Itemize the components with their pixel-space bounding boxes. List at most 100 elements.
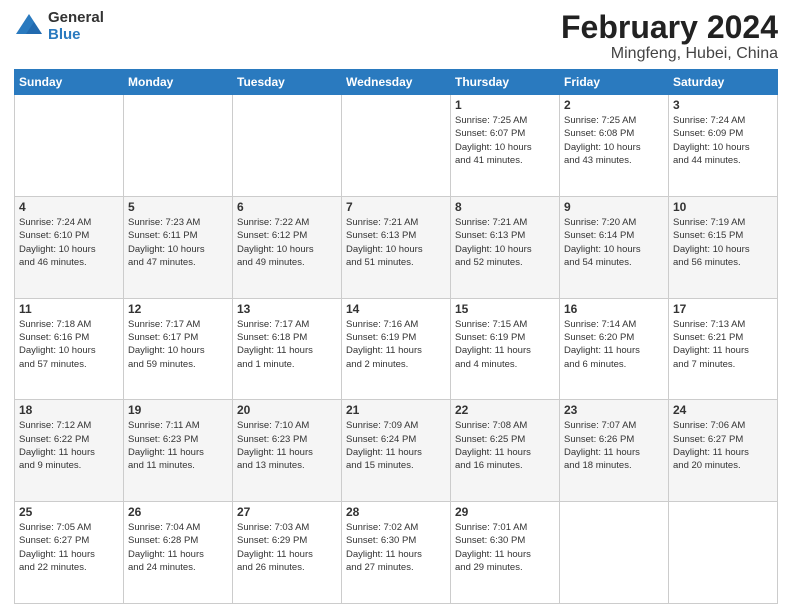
logo-icon <box>14 12 44 42</box>
day-info: Sunrise: 7:17 AM Sunset: 6:17 PM Dayligh… <box>128 318 228 371</box>
weekday-header-tuesday: Tuesday <box>233 70 342 95</box>
weekday-header-sunday: Sunday <box>15 70 124 95</box>
calendar-week-1: 4 Sunrise: 7:24 AM Sunset: 6:10 PM Daylig… <box>15 196 778 298</box>
sub-title: Mingfeng, Hubei, China <box>561 45 778 63</box>
day-info: Sunrise: 7:21 AM Sunset: 6:13 PM Dayligh… <box>346 216 446 269</box>
day-number: 16 <box>564 302 664 316</box>
day-info: Sunrise: 7:20 AM Sunset: 6:14 PM Dayligh… <box>564 216 664 269</box>
calendar-cell: 9 Sunrise: 7:20 AM Sunset: 6:14 PM Daylig… <box>560 196 669 298</box>
day-number: 9 <box>564 200 664 214</box>
day-number: 8 <box>455 200 555 214</box>
page: General Blue February 2024 Mingfeng, Hub… <box>0 0 792 612</box>
day-number: 11 <box>19 302 119 316</box>
calendar-cell: 17 Sunrise: 7:13 AM Sunset: 6:21 PM Dayli… <box>669 298 778 400</box>
calendar-cell: 29 Sunrise: 7:01 AM Sunset: 6:30 PM Dayli… <box>451 502 560 604</box>
day-number: 4 <box>19 200 119 214</box>
day-number: 15 <box>455 302 555 316</box>
day-info: Sunrise: 7:06 AM Sunset: 6:27 PM Dayligh… <box>673 419 773 472</box>
day-info: Sunrise: 7:24 AM Sunset: 6:10 PM Dayligh… <box>19 216 119 269</box>
calendar-cell: 27 Sunrise: 7:03 AM Sunset: 6:29 PM Dayli… <box>233 502 342 604</box>
calendar-cell <box>15 95 124 197</box>
calendar-cell: 2 Sunrise: 7:25 AM Sunset: 6:08 PM Daylig… <box>560 95 669 197</box>
day-info: Sunrise: 7:15 AM Sunset: 6:19 PM Dayligh… <box>455 318 555 371</box>
calendar-week-0: 1Sunrise: 7:25 AM Sunset: 6:07 PM Daylig… <box>15 95 778 197</box>
day-number: 10 <box>673 200 773 214</box>
weekday-header-wednesday: Wednesday <box>342 70 451 95</box>
calendar-cell: 23 Sunrise: 7:07 AM Sunset: 6:26 PM Dayli… <box>560 400 669 502</box>
day-info: Sunrise: 7:22 AM Sunset: 6:12 PM Dayligh… <box>237 216 337 269</box>
day-number: 2 <box>564 98 664 112</box>
title-block: February 2024 Mingfeng, Hubei, China <box>561 10 778 63</box>
day-number: 3 <box>673 98 773 112</box>
calendar-cell: 15 Sunrise: 7:15 AM Sunset: 6:19 PM Dayli… <box>451 298 560 400</box>
day-info: Sunrise: 7:02 AM Sunset: 6:30 PM Dayligh… <box>346 521 446 574</box>
calendar-cell: 14Sunrise: 7:16 AM Sunset: 6:19 PM Dayli… <box>342 298 451 400</box>
day-info: Sunrise: 7:14 AM Sunset: 6:20 PM Dayligh… <box>564 318 664 371</box>
calendar-cell: 6 Sunrise: 7:22 AM Sunset: 6:12 PM Daylig… <box>233 196 342 298</box>
day-number: 27 <box>237 505 337 519</box>
day-number: 18 <box>19 403 119 417</box>
day-info: Sunrise: 7:19 AM Sunset: 6:15 PM Dayligh… <box>673 216 773 269</box>
day-info: Sunrise: 7:07 AM Sunset: 6:26 PM Dayligh… <box>564 419 664 472</box>
calendar-cell: 28 Sunrise: 7:02 AM Sunset: 6:30 PM Dayli… <box>342 502 451 604</box>
calendar-cell: 10 Sunrise: 7:19 AM Sunset: 6:15 PM Dayli… <box>669 196 778 298</box>
day-number: 12 <box>128 302 228 316</box>
day-number: 17 <box>673 302 773 316</box>
day-info: Sunrise: 7:25 AM Sunset: 6:07 PM Dayligh… <box>455 114 555 167</box>
calendar-cell <box>124 95 233 197</box>
day-info: Sunrise: 7:25 AM Sunset: 6:08 PM Dayligh… <box>564 114 664 167</box>
day-info: Sunrise: 7:03 AM Sunset: 6:29 PM Dayligh… <box>237 521 337 574</box>
calendar-cell: 19Sunrise: 7:11 AM Sunset: 6:23 PM Dayli… <box>124 400 233 502</box>
weekday-header-thursday: Thursday <box>451 70 560 95</box>
day-info: Sunrise: 7:01 AM Sunset: 6:30 PM Dayligh… <box>455 521 555 574</box>
day-info: Sunrise: 7:08 AM Sunset: 6:25 PM Dayligh… <box>455 419 555 472</box>
day-number: 21 <box>346 403 446 417</box>
day-info: Sunrise: 7:13 AM Sunset: 6:21 PM Dayligh… <box>673 318 773 371</box>
calendar-cell <box>560 502 669 604</box>
day-info: Sunrise: 7:18 AM Sunset: 6:16 PM Dayligh… <box>19 318 119 371</box>
logo-general: General <box>48 10 104 27</box>
calendar-cell <box>342 95 451 197</box>
calendar-cell: 13 Sunrise: 7:17 AM Sunset: 6:18 PM Dayli… <box>233 298 342 400</box>
calendar-cell: 11 Sunrise: 7:18 AM Sunset: 6:16 PM Dayli… <box>15 298 124 400</box>
day-number: 23 <box>564 403 664 417</box>
weekday-header-saturday: Saturday <box>669 70 778 95</box>
calendar-cell: 5 Sunrise: 7:23 AM Sunset: 6:11 PM Daylig… <box>124 196 233 298</box>
day-info: Sunrise: 7:05 AM Sunset: 6:27 PM Dayligh… <box>19 521 119 574</box>
calendar-cell: 3 Sunrise: 7:24 AM Sunset: 6:09 PM Daylig… <box>669 95 778 197</box>
day-info: Sunrise: 7:10 AM Sunset: 6:23 PM Dayligh… <box>237 419 337 472</box>
calendar-cell: 4 Sunrise: 7:24 AM Sunset: 6:10 PM Daylig… <box>15 196 124 298</box>
day-number: 29 <box>455 505 555 519</box>
day-info: Sunrise: 7:09 AM Sunset: 6:24 PM Dayligh… <box>346 419 446 472</box>
day-number: 22 <box>455 403 555 417</box>
calendar-cell: 12 Sunrise: 7:17 AM Sunset: 6:17 PM Dayli… <box>124 298 233 400</box>
calendar-cell: 16 Sunrise: 7:14 AM Sunset: 6:20 PM Dayli… <box>560 298 669 400</box>
calendar-cell: 26Sunrise: 7:04 AM Sunset: 6:28 PM Dayli… <box>124 502 233 604</box>
day-number: 24 <box>673 403 773 417</box>
day-number: 20 <box>237 403 337 417</box>
calendar-week-3: 18Sunrise: 7:12 AM Sunset: 6:22 PM Dayli… <box>15 400 778 502</box>
calendar-table: SundayMondayTuesdayWednesdayThursdayFrid… <box>14 69 778 604</box>
logo-blue: Blue <box>48 27 104 44</box>
calendar-cell <box>669 502 778 604</box>
weekday-header-friday: Friday <box>560 70 669 95</box>
calendar-cell: 24 Sunrise: 7:06 AM Sunset: 6:27 PM Dayli… <box>669 400 778 502</box>
calendar-cell: 25 Sunrise: 7:05 AM Sunset: 6:27 PM Dayli… <box>15 502 124 604</box>
weekday-header-monday: Monday <box>124 70 233 95</box>
day-number: 14 <box>346 302 446 316</box>
day-number: 5 <box>128 200 228 214</box>
logo-text: General Blue <box>48 10 104 43</box>
calendar-cell: 20 Sunrise: 7:10 AM Sunset: 6:23 PM Dayli… <box>233 400 342 502</box>
day-number: 13 <box>237 302 337 316</box>
calendar-header-row: SundayMondayTuesdayWednesdayThursdayFrid… <box>15 70 778 95</box>
day-info: Sunrise: 7:23 AM Sunset: 6:11 PM Dayligh… <box>128 216 228 269</box>
day-info: Sunrise: 7:24 AM Sunset: 6:09 PM Dayligh… <box>673 114 773 167</box>
day-info: Sunrise: 7:17 AM Sunset: 6:18 PM Dayligh… <box>237 318 337 371</box>
day-number: 26 <box>128 505 228 519</box>
day-number: 25 <box>19 505 119 519</box>
calendar-cell: 18Sunrise: 7:12 AM Sunset: 6:22 PM Dayli… <box>15 400 124 502</box>
day-number: 6 <box>237 200 337 214</box>
day-info: Sunrise: 7:11 AM Sunset: 6:23 PM Dayligh… <box>128 419 228 472</box>
calendar-cell: 22 Sunrise: 7:08 AM Sunset: 6:25 PM Dayli… <box>451 400 560 502</box>
day-number: 28 <box>346 505 446 519</box>
